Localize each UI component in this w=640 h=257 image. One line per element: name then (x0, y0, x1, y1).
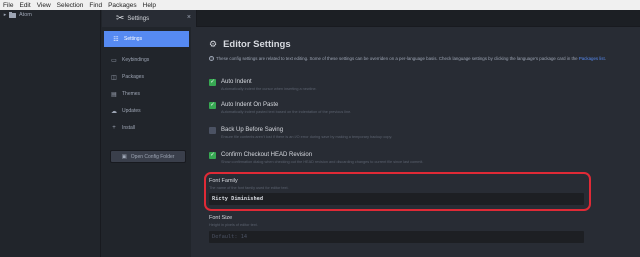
setting-hint: Ensure file contents aren't lost if ther… (221, 135, 393, 139)
plus-icon: + (112, 125, 116, 131)
sidebar-item-updates[interactable]: ☁ Updates (102, 103, 191, 119)
tree-root-label: Atom (19, 12, 32, 18)
font-size-hint: Height in pixels of editor text. (209, 223, 258, 227)
back-up-before-saving-checkbox[interactable]: ✓ (209, 127, 216, 134)
menu-selection[interactable]: Selection (57, 2, 84, 9)
info-icon: ? (209, 56, 214, 61)
sidebar-item-label: Packages (122, 74, 144, 80)
sidebar-item-label: Themes (122, 91, 141, 97)
sidebar-item-keybindings[interactable]: ▭ Keybindings (102, 52, 191, 68)
menu-file[interactable]: File (3, 2, 13, 9)
section-description: ? These config settings are related to te… (209, 56, 619, 63)
close-icon[interactable]: × (187, 14, 191, 21)
menu-help[interactable]: Help (143, 2, 156, 9)
tab-bar: ✂ Settings × (102, 10, 640, 27)
open-config-folder-button[interactable]: ▣ Open Config Folder (110, 150, 186, 163)
setting-hint: Show confirmation dialog when checking o… (221, 160, 424, 164)
tree-root-folder[interactable]: ▸ Atom (0, 10, 100, 20)
font-size-label: Font Size (209, 215, 233, 221)
menu-view[interactable]: View (37, 2, 51, 9)
tab-settings[interactable]: ✂ Settings × (102, 10, 197, 27)
sidebar-item-label: Install (122, 125, 136, 131)
sidebar-item-packages[interactable]: ◫ Packages (102, 69, 191, 85)
paintcan-icon: ▤ (111, 91, 117, 98)
font-size-input[interactable]: Default: 14 (209, 231, 584, 243)
package-icon: ◫ (111, 74, 117, 81)
sidebar-item-install[interactable]: + Install (102, 120, 191, 136)
tree-view: ▸ Atom (0, 10, 101, 257)
menu-packages[interactable]: Packages (108, 2, 137, 9)
description-text: These config settings are related to tex… (216, 56, 579, 61)
open-config-label: Open Config Folder (130, 153, 175, 160)
gear-icon: ⚙ (209, 39, 218, 49)
tab-title: Settings (127, 15, 150, 22)
sidebar-item-label: Keybindings (122, 57, 150, 63)
sidebar-item-themes[interactable]: ▤ Themes (102, 86, 191, 102)
confirm-checkout-head-checkbox[interactable]: ✓ (209, 152, 216, 159)
menu-edit[interactable]: Edit (19, 2, 30, 9)
highlight-annotation (204, 172, 591, 211)
setting-label: Auto Indent (221, 79, 252, 85)
setting-label: Confirm Checkout HEAD Revision (221, 152, 313, 158)
section-title-text: Editor Settings (223, 39, 291, 50)
setting-label: Back Up Before Saving (221, 127, 284, 133)
packages-list-link[interactable]: Packages list (579, 56, 605, 61)
auto-indent-checkbox[interactable]: ✓ (209, 79, 216, 86)
tools-icon: ✂ (116, 12, 125, 24)
folder-icon (9, 11, 16, 18)
chevron-right-icon[interactable]: ▸ (2, 12, 8, 18)
description-end: . (604, 56, 606, 61)
menu-find[interactable]: Find (89, 2, 102, 9)
settings-main-pane: ⚙ Editor Settings ? These config settings… (191, 27, 640, 257)
keyboard-icon: ▭ (111, 57, 117, 64)
auto-indent-on-paste-checkbox[interactable]: ✓ (209, 102, 216, 109)
sidebar-item-label: Settings (124, 36, 143, 42)
file-directory-icon: ▣ (121, 153, 127, 160)
sidebar-item-settings[interactable]: ☷ Settings (104, 31, 189, 47)
section-title: ⚙ Editor Settings (209, 39, 291, 50)
setting-label: Auto Indent On Paste (221, 102, 279, 108)
menu-bar: File Edit View Selection Find Packages H… (0, 0, 640, 10)
setting-hint: Automatically indent the cursor when ins… (221, 87, 317, 91)
setting-hint: Automatically indent pasted text based o… (221, 110, 352, 114)
cloud-download-icon: ☁ (111, 108, 117, 115)
settings-sliders-icon: ☷ (113, 36, 119, 43)
settings-sidebar: ☷ Settings ▭ Keybindings ◫ Packages ▤ Th… (102, 27, 191, 257)
sidebar-item-label: Updates (122, 108, 141, 114)
